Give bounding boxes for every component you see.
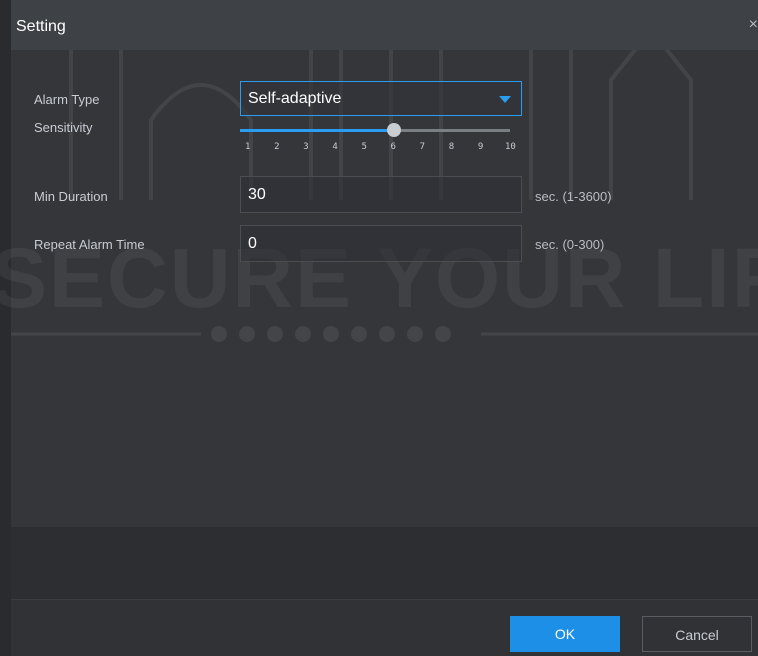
title-bar: Setting × bbox=[11, 0, 758, 50]
sensitivity-tick: 4 bbox=[332, 142, 338, 152]
sensitivity-tick: 8 bbox=[448, 142, 455, 152]
sensitivity-tick: 3 bbox=[303, 142, 309, 152]
min-duration-label: Min Duration bbox=[34, 189, 108, 204]
close-icon[interactable]: × bbox=[749, 16, 758, 34]
min-duration-input[interactable]: 30 bbox=[240, 176, 522, 213]
cancel-button[interactable]: Cancel bbox=[642, 616, 752, 652]
repeat-alarm-time-unit: sec. (0-300) bbox=[535, 237, 605, 252]
dialog-title: Setting bbox=[16, 18, 66, 35]
alarm-type-value: Self-adaptive bbox=[248, 90, 342, 107]
lower-panel bbox=[11, 527, 758, 599]
chevron-down-icon bbox=[499, 96, 511, 103]
sensitivity-tick: 5 bbox=[361, 142, 367, 152]
sensitivity-ticks: 1 2 3 4 5 6 7 8 9 10 bbox=[240, 142, 530, 156]
sensitivity-tick: 10 bbox=[505, 142, 516, 152]
alarm-type-select[interactable]: Self-adaptive bbox=[240, 81, 522, 116]
slider-thumb[interactable] bbox=[386, 123, 401, 137]
repeat-alarm-time-input[interactable]: 0 bbox=[240, 225, 522, 262]
ok-button[interactable]: OK bbox=[510, 616, 620, 652]
sensitivity-tick: 7 bbox=[419, 142, 426, 152]
repeat-alarm-time-label: Repeat Alarm Time bbox=[34, 237, 145, 252]
sensitivity-tick: 9 bbox=[477, 142, 484, 152]
setting-dialog: SECURE YOUR LIFE Setting × Alarm Type Se… bbox=[0, 0, 758, 656]
slider-fill bbox=[240, 129, 394, 132]
sensitivity-tick: 2 bbox=[274, 142, 280, 152]
stars-watermark bbox=[11, 326, 758, 342]
sensitivity-tick: 1 bbox=[245, 142, 251, 152]
alarm-type-label: Alarm Type bbox=[34, 92, 100, 107]
sensitivity-slider[interactable] bbox=[240, 123, 510, 137]
min-duration-unit: sec. (1-3600) bbox=[535, 189, 612, 204]
sensitivity-label: Sensitivity bbox=[34, 120, 93, 135]
sensitivity-tick: 6 bbox=[390, 142, 396, 152]
